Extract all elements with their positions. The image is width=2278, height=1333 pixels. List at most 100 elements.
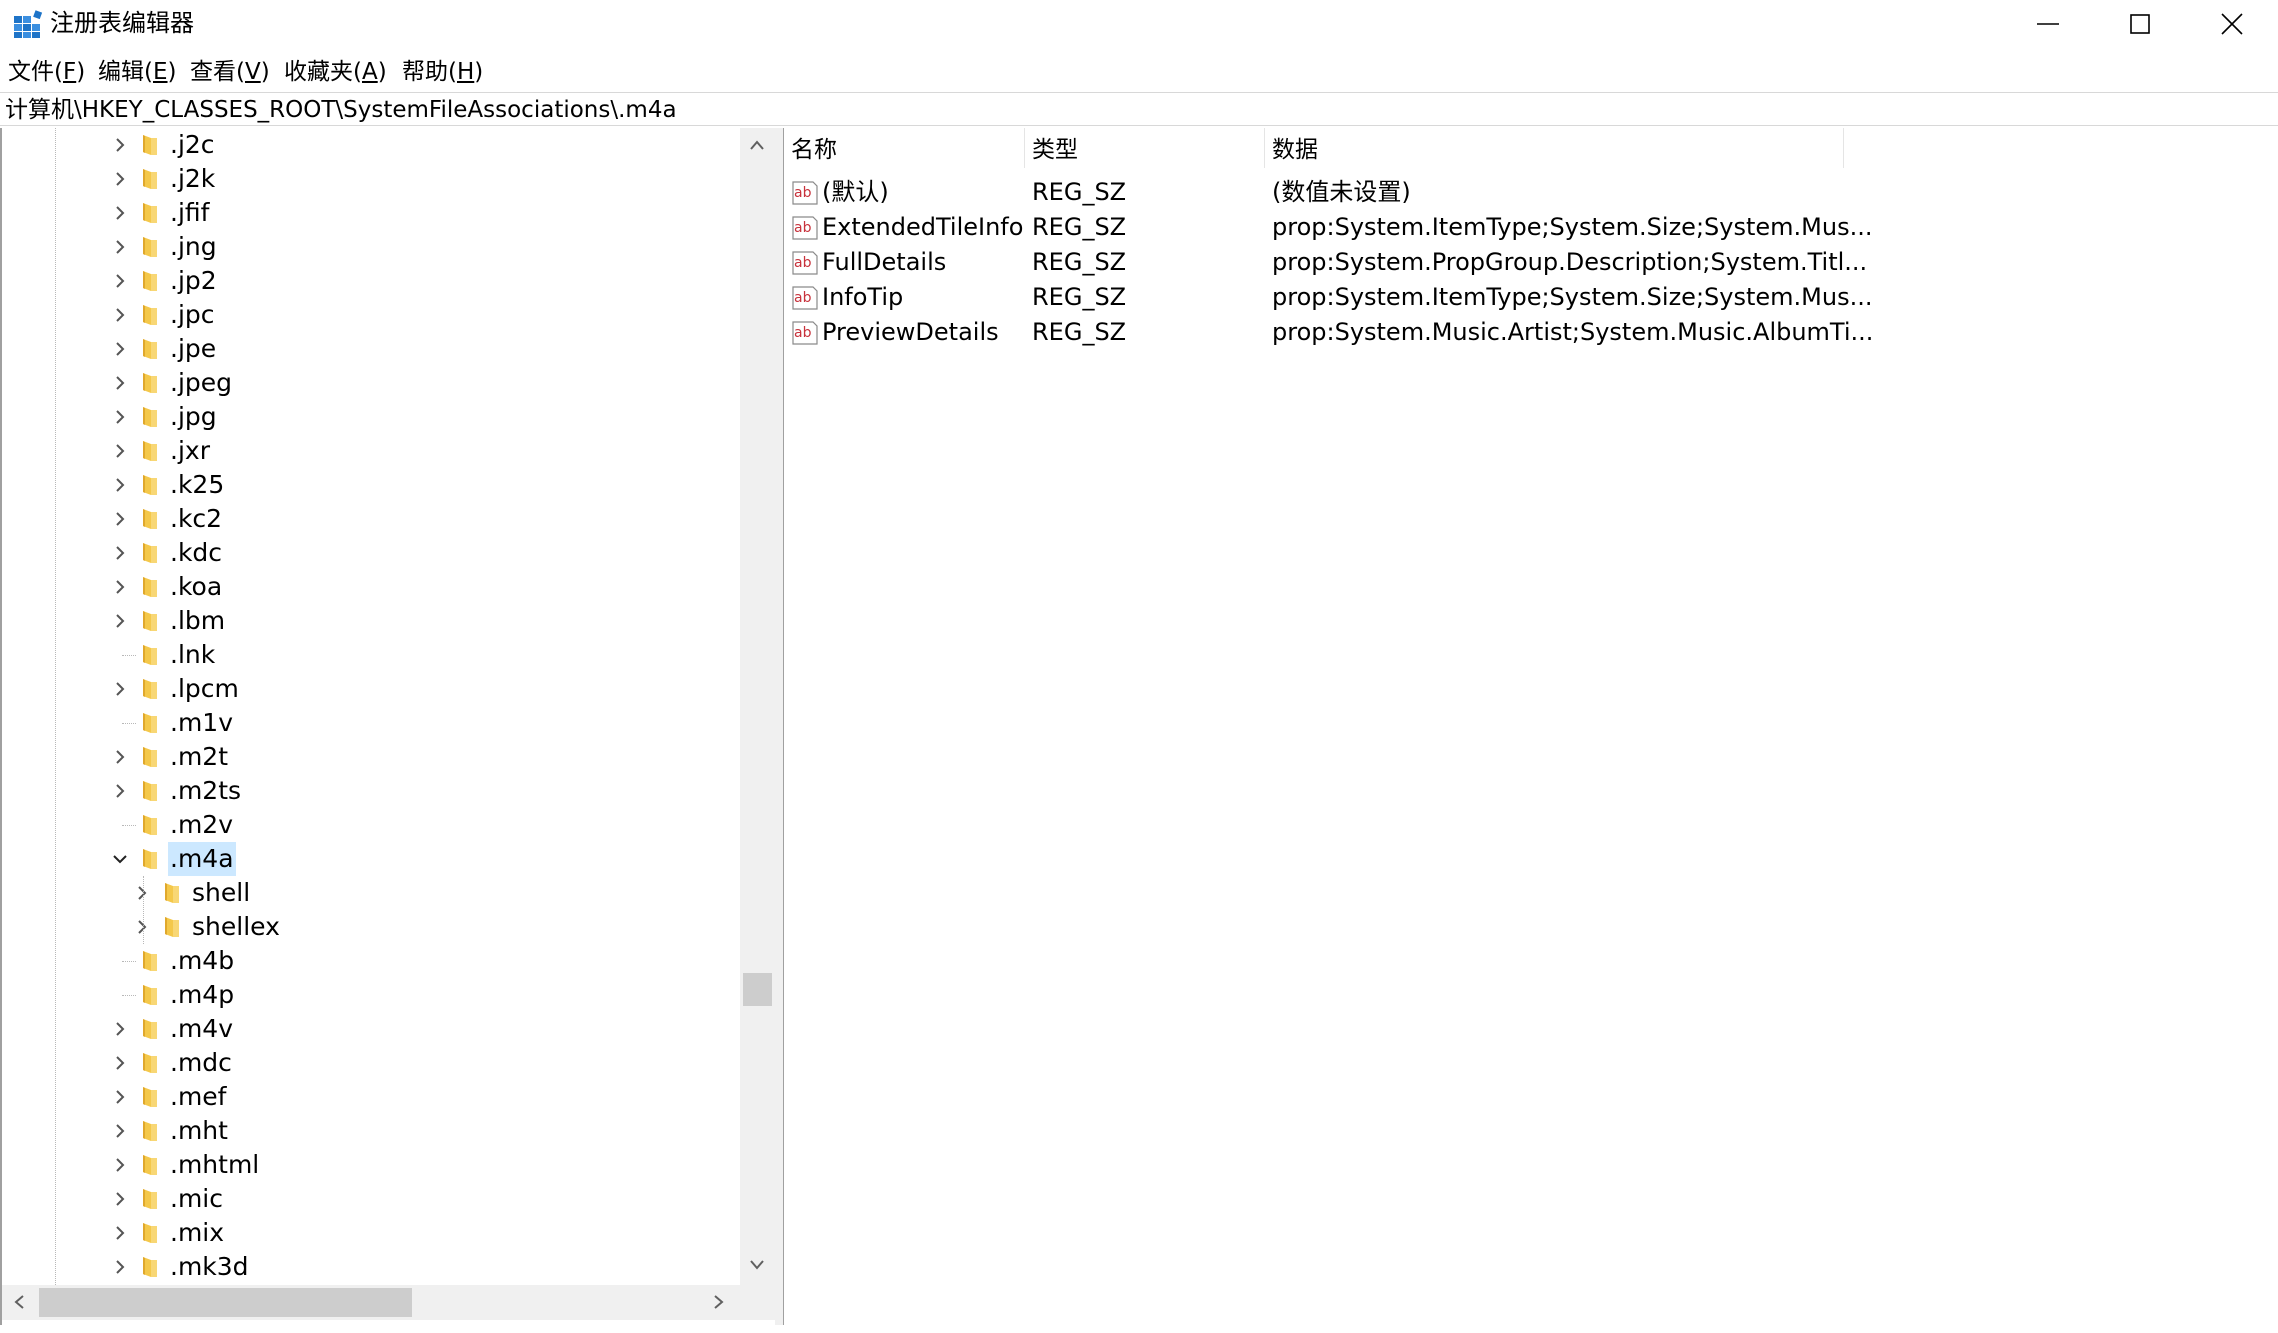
tree-item[interactable]: .kdc bbox=[2, 536, 740, 570]
menu-file[interactable]: 文件(F) bbox=[8, 52, 85, 92]
tree-item-label[interactable]: .m2t bbox=[168, 740, 230, 774]
chevron-right-icon[interactable] bbox=[110, 339, 130, 359]
tree-item[interactable]: .jng bbox=[2, 230, 740, 264]
chevron-right-icon[interactable] bbox=[110, 1189, 130, 1209]
column-header-name[interactable]: 名称 bbox=[784, 128, 1025, 168]
tree-item-label[interactable]: .jpe bbox=[168, 332, 218, 366]
tree-item-label[interactable]: .jpc bbox=[168, 298, 217, 332]
menu-favorites[interactable]: 收藏夹(A) bbox=[284, 52, 387, 92]
tree-item[interactable]: shellex bbox=[2, 910, 740, 944]
tree-item[interactable]: .lbm bbox=[2, 604, 740, 638]
tree-item-label[interactable]: .m1v bbox=[168, 706, 235, 740]
chevron-right-icon[interactable] bbox=[132, 917, 152, 937]
address-path[interactable]: 计算机\HKEY_CLASSES_ROOT\SystemFileAssociat… bbox=[5, 93, 677, 127]
column-header-type[interactable]: 类型 bbox=[1025, 128, 1265, 168]
tree-item[interactable]: .m4b bbox=[2, 944, 740, 978]
chevron-right-icon[interactable] bbox=[110, 611, 130, 631]
tree-item-label[interactable]: .mix bbox=[168, 1216, 226, 1250]
value-row[interactable]: ab InfoTip REG_SZ prop:System.ItemType;Syst… bbox=[784, 280, 1872, 315]
column-header-data[interactable]: 数据 bbox=[1265, 128, 1844, 168]
chevron-right-icon[interactable] bbox=[132, 883, 152, 903]
tree-item-label[interactable]: .mhtml bbox=[168, 1148, 261, 1182]
tree-item-label[interactable]: .jfif bbox=[168, 196, 211, 230]
chevron-right-icon[interactable] bbox=[110, 271, 130, 291]
chevron-right-icon[interactable] bbox=[110, 475, 130, 495]
tree-item-label[interactable]: .kc2 bbox=[168, 502, 224, 536]
tree-horizontal-scrollbar[interactable] bbox=[2, 1285, 740, 1320]
chevron-right-icon[interactable] bbox=[110, 1155, 130, 1175]
chevron-right-icon[interactable] bbox=[110, 1087, 130, 1107]
tree-item-label[interactable]: .jpeg bbox=[168, 366, 234, 400]
tree-item-label[interactable]: .j2c bbox=[168, 128, 217, 162]
chevron-down-icon[interactable] bbox=[110, 849, 130, 869]
scroll-right-icon[interactable] bbox=[712, 1293, 726, 1311]
tree-item-label[interactable]: .j2k bbox=[168, 162, 217, 196]
tree-item[interactable]: .mix bbox=[2, 1216, 740, 1250]
tree-item[interactable]: .m1v bbox=[2, 706, 740, 740]
tree-item[interactable]: .lpcm bbox=[2, 672, 740, 706]
tree-item-label[interactable]: .m2ts bbox=[168, 774, 243, 808]
menu-view[interactable]: 查看(V) bbox=[190, 52, 270, 92]
chevron-right-icon[interactable] bbox=[110, 441, 130, 461]
chevron-right-icon[interactable] bbox=[110, 679, 130, 699]
tree-item-label[interactable]: shell bbox=[190, 876, 252, 910]
tree-item[interactable]: .koa bbox=[2, 570, 740, 604]
chevron-right-icon[interactable] bbox=[110, 305, 130, 325]
chevron-right-icon[interactable] bbox=[110, 373, 130, 393]
tree-item[interactable]: .m2t bbox=[2, 740, 740, 774]
chevron-right-icon[interactable] bbox=[110, 1257, 130, 1277]
tree-horizontal-scroll-thumb[interactable] bbox=[39, 1288, 412, 1317]
tree-item-label[interactable]: .lnk bbox=[168, 638, 217, 672]
tree-item[interactable]: .jpc bbox=[2, 298, 740, 332]
tree-item[interactable]: .m2ts bbox=[2, 774, 740, 808]
tree-item-label[interactable]: .m4v bbox=[168, 1012, 235, 1046]
tree-item-label[interactable]: .lbm bbox=[168, 604, 227, 638]
tree-item-label[interactable]: .jxr bbox=[168, 434, 212, 468]
chevron-right-icon[interactable] bbox=[110, 135, 130, 155]
tree-item[interactable]: .j2c bbox=[2, 128, 740, 162]
tree-vertical-scroll-thumb[interactable] bbox=[743, 973, 772, 1006]
menu-help[interactable]: 帮助(H) bbox=[402, 52, 483, 92]
scroll-down-icon[interactable] bbox=[748, 1258, 766, 1272]
chevron-right-icon[interactable] bbox=[110, 407, 130, 427]
chevron-right-icon[interactable] bbox=[110, 747, 130, 767]
tree-item-label[interactable]: .k25 bbox=[168, 468, 226, 502]
tree-item-label[interactable]: .m2v bbox=[168, 808, 235, 842]
tree-item[interactable]: .mef bbox=[2, 1080, 740, 1114]
tree-item-label[interactable]: .m4a bbox=[168, 842, 236, 876]
value-row[interactable]: ab PreviewDetails REG_SZ prop:System.Music.… bbox=[784, 315, 1873, 350]
tree-item[interactable]: .mic bbox=[2, 1182, 740, 1216]
tree-item-label[interactable]: .jpg bbox=[168, 400, 219, 434]
tree-item-label[interactable]: .jng bbox=[168, 230, 219, 264]
tree-vertical-scrollbar[interactable] bbox=[740, 128, 775, 1285]
tree-item[interactable]: .mdc bbox=[2, 1046, 740, 1080]
maximize-button[interactable] bbox=[2094, 0, 2186, 48]
tree-item[interactable]: .m4v bbox=[2, 1012, 740, 1046]
value-row[interactable]: ab FullDetails REG_SZ prop:System.PropGroup… bbox=[784, 245, 1867, 280]
tree-item-label[interactable]: shellex bbox=[190, 910, 282, 944]
tree-item[interactable]: .m2v bbox=[2, 808, 740, 842]
minimize-button[interactable] bbox=[2002, 0, 2094, 48]
scroll-left-icon[interactable] bbox=[12, 1293, 26, 1311]
value-row[interactable]: ab (默认) REG_SZ (数值未设置) bbox=[784, 175, 1844, 210]
chevron-right-icon[interactable] bbox=[110, 1223, 130, 1243]
tree-item[interactable]: .mhtml bbox=[2, 1148, 740, 1182]
menu-edit[interactable]: 编辑(E) bbox=[98, 52, 177, 92]
tree-item-label[interactable]: .jp2 bbox=[168, 264, 219, 298]
tree-item-label[interactable]: .m4p bbox=[168, 978, 236, 1012]
chevron-right-icon[interactable] bbox=[110, 1019, 130, 1039]
tree-item-label[interactable]: .mic bbox=[168, 1182, 225, 1216]
tree-item-label[interactable]: .mdc bbox=[168, 1046, 234, 1080]
tree-item[interactable]: .lnk bbox=[2, 638, 740, 672]
value-row[interactable]: ab ExtendedTileInfo REG_SZ prop:System.Item… bbox=[784, 210, 1872, 245]
tree-item[interactable]: .jxr bbox=[2, 434, 740, 468]
tree-item-label[interactable]: .mk3d bbox=[168, 1250, 251, 1284]
chevron-right-icon[interactable] bbox=[110, 1121, 130, 1141]
chevron-right-icon[interactable] bbox=[110, 237, 130, 257]
tree-item[interactable]: .jfif bbox=[2, 196, 740, 230]
tree-item[interactable]: .jp2 bbox=[2, 264, 740, 298]
tree-item-label[interactable]: .lpcm bbox=[168, 672, 241, 706]
tree-item[interactable]: .m4p bbox=[2, 978, 740, 1012]
chevron-right-icon[interactable] bbox=[110, 577, 130, 597]
tree-item[interactable]: .m4a bbox=[2, 842, 740, 876]
